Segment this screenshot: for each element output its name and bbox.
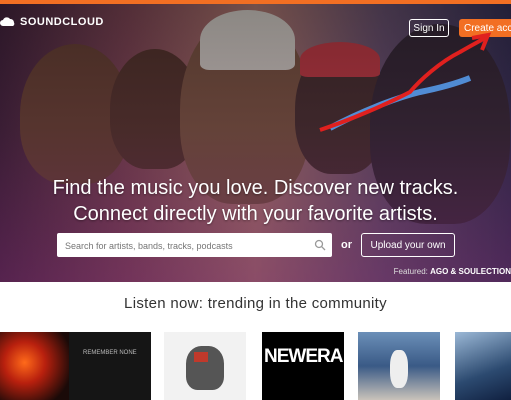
trending-tile-4[interactable]: NEWERA — [262, 332, 344, 400]
headline-line-1: Find the music you love. Discover new tr… — [52, 177, 459, 199]
sketch-figure-highlight — [194, 352, 208, 362]
sign-in-button[interactable]: Sign In — [409, 19, 449, 37]
search-input[interactable] — [63, 233, 312, 259]
headline-line-2: Connect directly with your favorite arti… — [73, 203, 438, 225]
trending-tile-2[interactable]: REMEMBER NONE — [69, 332, 151, 400]
or-separator: or — [341, 239, 352, 251]
featured-artists-link[interactable]: AGO & SOULECTION — [430, 267, 511, 276]
trending-tile-5[interactable] — [358, 332, 440, 400]
trending-tile-6[interactable] — [455, 332, 511, 400]
trending-heading: Listen now: trending in the community — [124, 295, 387, 312]
search-icon[interactable] — [314, 239, 326, 251]
tile-caption: NEWERA — [264, 346, 343, 367]
upload-your-own-button[interactable]: Upload your own — [361, 233, 455, 257]
hero-headline: Find the music you love. Discover new tr… — [0, 175, 511, 227]
search-box[interactable] — [57, 233, 332, 259]
hero-banner: SOUNDCLOUD Sign In Create account Find t… — [0, 4, 511, 282]
cloud-icon — [0, 17, 15, 26]
featured-label: Featured: — [393, 267, 428, 276]
featured-credit: Featured: AGO & SOULECTION — [394, 267, 511, 276]
logo-text: SOUNDCLOUD — [20, 16, 104, 28]
stadium-figure — [390, 350, 408, 388]
create-account-button[interactable]: Create account — [459, 19, 511, 37]
soundcloud-logo[interactable]: SOUNDCLOUD — [0, 16, 104, 28]
tile-caption: REMEMBER NONE — [83, 350, 137, 356]
trending-tile-3[interactable] — [164, 332, 246, 400]
